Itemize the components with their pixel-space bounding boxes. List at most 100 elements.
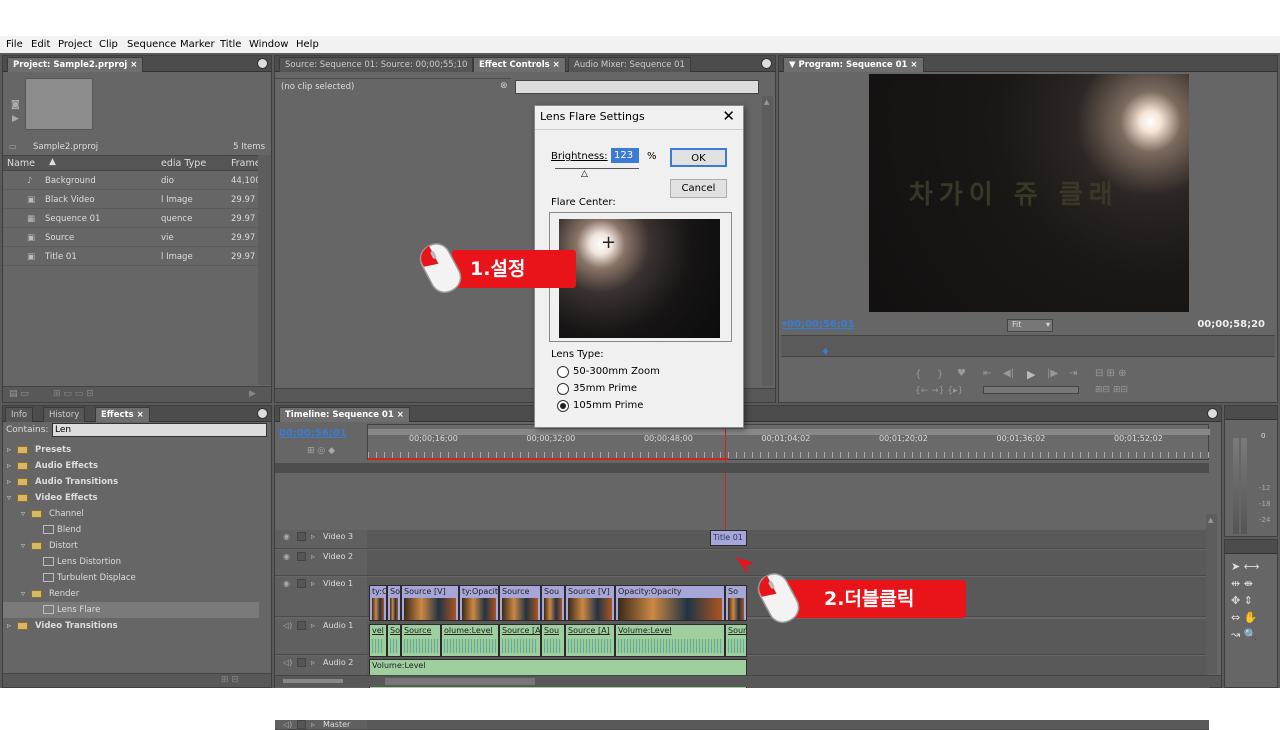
chevron-right-icon[interactable]: ▹ <box>311 532 315 541</box>
program-time-ruler[interactable] <box>781 335 1275 357</box>
automate-icon[interactable]: ⊞ ▭ ▭ ⊟ <box>53 389 94 399</box>
go-to-out-icon[interactable]: ⇥ <box>1069 368 1077 379</box>
effects-tree-item[interactable]: ▹ Audio Transitions <box>3 474 259 490</box>
video-clip[interactable]: ty:Opacity <box>369 585 387 621</box>
brightness-slider-thumb[interactable]: △ <box>581 169 588 179</box>
track-header[interactable]: ◉ ▹ Video 3 <box>275 530 367 549</box>
program-current-timecode[interactable]: ▾00;00;56;01 <box>782 319 855 330</box>
work-area-bar[interactable] <box>368 458 728 460</box>
effects-tree-item[interactable]: Lens Flare <box>3 602 259 618</box>
menu-clip[interactable]: Clip <box>99 39 118 50</box>
radio-105mm[interactable] <box>557 400 569 412</box>
title-clip[interactable]: Title 01 <box>710 530 747 546</box>
speaker-icon[interactable]: ◁) <box>283 658 292 667</box>
go-to-in-point-icon[interactable]: {← →} {▸} <box>915 386 963 396</box>
sort-up-icon[interactable]: ▲ <box>49 157 56 167</box>
marker-icon[interactable]: ♥ <box>957 368 966 379</box>
chevron-right-icon[interactable]: ▹ <box>311 552 315 561</box>
tab-program[interactable]: ▼ Program: Sequence 01 × <box>783 57 924 72</box>
speaker-icon[interactable]: ◁) <box>283 720 292 729</box>
jog-shuttle[interactable] <box>983 386 1079 394</box>
project-scrollbar[interactable] <box>258 155 271 385</box>
chevron-right-icon[interactable]: ▹ <box>311 579 315 588</box>
lock-toggle[interactable] <box>297 552 306 561</box>
tab-effects[interactable]: Effects × <box>95 407 150 422</box>
effects-tree-item[interactable]: Blend <box>3 522 259 538</box>
video-clip[interactable]: Opacity:Opacity <box>615 585 725 621</box>
chevron-down-icon[interactable]: ▿ <box>7 493 11 502</box>
video-clip[interactable]: Sou <box>541 585 565 621</box>
new-bin-icon[interactable]: ⊞ ⊟ <box>221 675 239 685</box>
audio-clip[interactable]: Volume:Level <box>615 624 725 657</box>
project-item-row[interactable]: ▣ Source vie 29.97 <box>3 228 259 247</box>
effects-search-input[interactable] <box>52 423 267 437</box>
track-header[interactable]: ◉ ▹ Video 1 <box>275 577 367 617</box>
panel-menu-button[interactable] <box>1207 408 1218 419</box>
radio-label-105mm[interactable]: 105mm Prime <box>573 400 643 411</box>
effects-tree-item[interactable]: ▿ Distort <box>3 538 259 554</box>
effects-tree-item[interactable]: ▹ Presets <box>3 442 259 458</box>
eye-icon[interactable]: ◉ <box>283 579 290 588</box>
tab-timeline[interactable]: Timeline: Sequence 01 × <box>279 407 410 422</box>
menu-sequence[interactable]: Sequence <box>127 39 176 50</box>
menu-project[interactable]: Project <box>58 39 92 50</box>
radio-label-35mm[interactable]: 35mm Prime <box>573 383 637 394</box>
chevron-right-icon[interactable]: ▹ <box>7 477 11 486</box>
chevron-right-icon[interactable]: ▹ <box>7 461 11 470</box>
audio-clip[interactable]: Source [A] <box>565 624 615 657</box>
scroll-right-icon[interactable]: ▶ <box>249 389 256 399</box>
lock-toggle[interactable] <box>297 658 306 667</box>
chevron-right-icon[interactable]: ▹ <box>311 658 315 667</box>
chevron-right-icon[interactable]: ▹ <box>7 621 11 630</box>
timeline-zoom-slider[interactable] <box>283 679 343 683</box>
video-clip[interactable]: So <box>387 585 401 621</box>
playhead-icon[interactable]: ♦ <box>821 347 830 358</box>
menu-help[interactable]: Help <box>296 39 319 50</box>
radio-label-50-300mm[interactable]: 50-300mm Zoom <box>573 366 660 377</box>
chevron-down-icon[interactable]: ▿ <box>21 509 25 518</box>
timeline-timecode[interactable]: 00;00;56;01 <box>279 428 347 439</box>
project-item-row[interactable]: ▦ Sequence 01 quence 29.97 <box>3 209 259 228</box>
lock-toggle[interactable] <box>297 720 306 729</box>
audio-clip[interactable]: So <box>387 624 401 657</box>
project-item-row[interactable]: ▣ Title 01 l Image 29.97 <box>3 247 259 266</box>
radio-35mm[interactable] <box>557 383 569 395</box>
chevron-right-icon[interactable]: ▹ <box>7 445 11 454</box>
project-item-row[interactable]: ▣ Black Video l Image 29.97 <box>3 190 259 209</box>
menu-title[interactable]: Title <box>220 39 241 50</box>
effects-tree-item[interactable]: ▹ Video Transitions <box>3 618 259 634</box>
video-clip[interactable]: ty:Opacity <box>459 585 499 621</box>
close-icon[interactable]: ✕ <box>722 107 735 125</box>
audio-clip[interactable]: vel <box>369 624 387 657</box>
lift-extract-icon[interactable]: ⊞⊟ ⊞⊟ <box>1095 385 1128 395</box>
lock-toggle[interactable] <box>297 579 306 588</box>
zoom-level-select[interactable]: Fit ▾ <box>1007 319 1053 332</box>
effects-tree-item[interactable]: Lens Distortion <box>3 554 259 570</box>
effects-tree-item[interactable]: ▹ Audio Effects <box>3 458 259 474</box>
effects-tree-item[interactable]: Turbulent Displace <box>3 570 259 586</box>
menu-marker[interactable]: Marker <box>180 39 215 50</box>
chevron-right-icon[interactable]: ▹ <box>311 720 315 729</box>
track-header[interactable]: ◁) ▹ Audio 1 <box>275 619 367 655</box>
video-clip[interactable]: Source [V] <box>401 585 459 621</box>
brightness-slider-track[interactable] <box>555 168 639 169</box>
play-button-icon[interactable]: ▶ <box>1027 368 1035 381</box>
effects-tree-item[interactable]: ▿ Video Effects <box>3 490 259 506</box>
speaker-icon[interactable]: ◁) <box>283 621 292 630</box>
snap-icon[interactable]: ⊞ ◎ ◆ <box>307 446 335 456</box>
expand-icon[interactable]: ⊗ <box>500 81 508 91</box>
panel-menu-button[interactable] <box>257 58 268 69</box>
panel-menu-button[interactable] <box>761 58 772 69</box>
tool-icons[interactable]: ➤ ⟷ ⇹ ⇼ ✥ ⇕ ⇔ ✋ ↝ 🔍 <box>1231 558 1277 643</box>
audio-clip[interactable]: olume:Level <box>441 624 499 657</box>
flare-center-preview[interactable]: + <box>559 219 720 338</box>
lock-toggle[interactable] <box>297 621 306 630</box>
chevron-down-icon[interactable]: ▿ <box>21 589 25 598</box>
tab-audio-mixer[interactable]: Audio Mixer: Sequence 01 <box>568 57 691 72</box>
tab-effect-controls[interactable]: Effect Controls × <box>473 57 566 72</box>
set-in-icon[interactable]: { <box>915 369 921 380</box>
list-view-icon[interactable]: ▤ ▭ <box>9 389 29 399</box>
audio-clip[interactable]: Source <box>401 624 441 657</box>
chevron-right-icon[interactable]: ▹ <box>311 621 315 630</box>
menu-window[interactable]: Window <box>249 39 288 50</box>
